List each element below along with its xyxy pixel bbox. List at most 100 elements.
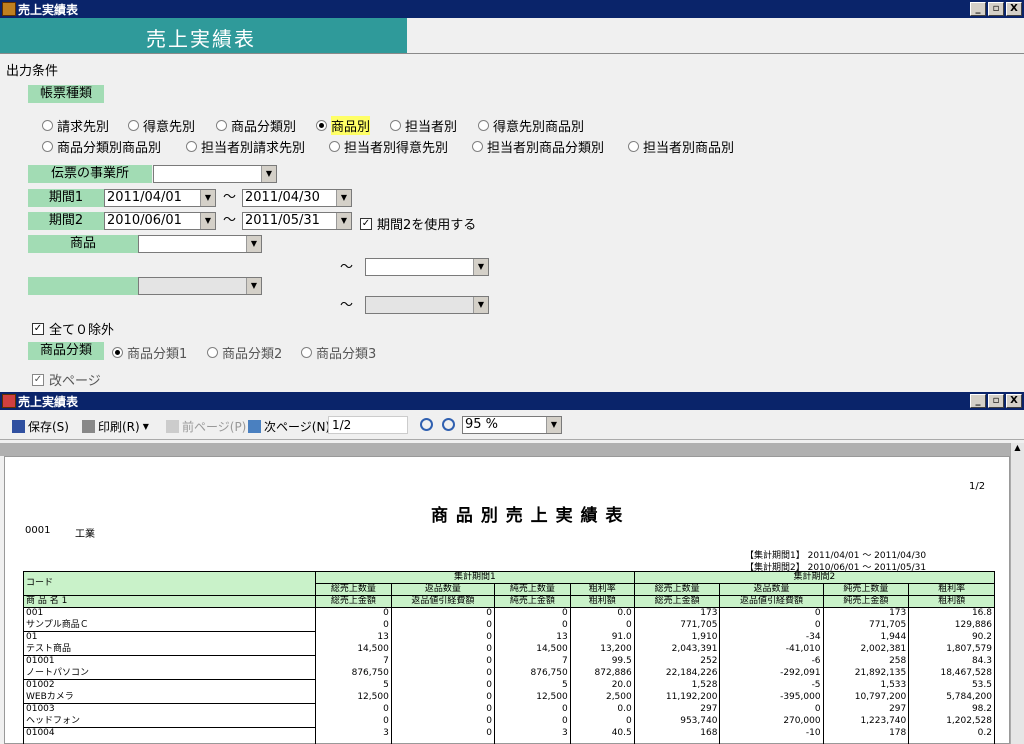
table-cell: 粗利額 xyxy=(569,595,635,608)
period1-label: 期間1 xyxy=(28,189,104,207)
table-cell: -6 xyxy=(719,655,824,668)
banner-title: 売上実績表 xyxy=(146,27,256,51)
table-cell: 01001 xyxy=(23,655,316,668)
table-cell: 7 xyxy=(315,655,392,668)
radio-tokuisaki-shohin[interactable]: 得意先別商品別 xyxy=(478,116,584,135)
table-row: 001 0 0 0 0.0 173 0 173 16.8 xyxy=(23,607,995,620)
table-cell: -41,010 xyxy=(719,643,824,656)
radio-shohin[interactable]: 商品別 xyxy=(316,115,371,135)
checkbox-checked-icon: ✓ xyxy=(360,217,372,230)
table-cell: サンプル商品Ｃ xyxy=(23,619,316,632)
table-cell: 173 xyxy=(633,607,721,620)
page-break-checkbox[interactable]: ✓ 改ページ xyxy=(32,370,101,389)
radio-icon xyxy=(390,119,401,131)
product-to-select[interactable]: ▼ xyxy=(365,258,489,276)
vertical-scrollbar[interactable]: ▲ xyxy=(1010,443,1024,744)
period2-to-input[interactable]: 2011/05/31 ▼ xyxy=(242,212,352,230)
table-row: 01004 3 0 3 40.5 168 -10 178 0.2 xyxy=(23,727,995,740)
table-cell: 0 xyxy=(569,715,635,728)
table-cell: 5,784,200 xyxy=(908,691,995,704)
scroll-up-icon[interactable]: ▲ xyxy=(1011,443,1024,452)
tilde: 〜 xyxy=(340,260,354,275)
radio-tanto-tokui[interactable]: 担当者別得意先別 xyxy=(329,137,448,156)
table-cell: 商 品 名 1 xyxy=(23,595,316,608)
table-cell: 0 xyxy=(493,607,571,620)
table-cell: 集計期間1 xyxy=(315,571,635,584)
product-from-select[interactable]: ▼ xyxy=(138,235,262,253)
maximize-button[interactable]: ▫ xyxy=(988,2,1004,16)
table-cell: 0 xyxy=(390,655,495,668)
zoom-in-button[interactable] xyxy=(420,418,433,431)
radio-shohin-bunrui[interactable]: 商品分類別 xyxy=(216,116,296,135)
radio-tanto-bunrui[interactable]: 担当者別商品分類別 xyxy=(472,137,604,156)
zoom-select[interactable]: 95 % ▼ xyxy=(462,416,562,434)
table-cell: 1,528 xyxy=(633,679,721,692)
table-cell: 0 xyxy=(315,715,392,728)
table-cell: 0 xyxy=(493,715,571,728)
table-cell: 0.0 xyxy=(569,703,635,716)
radio-class2[interactable]: 商品分類2 xyxy=(207,343,282,362)
radio-tokuisaki[interactable]: 得意先別 xyxy=(128,116,195,135)
floppy-icon xyxy=(12,420,25,433)
radio-tanto-seikyu[interactable]: 担当者別請求先別 xyxy=(186,137,305,156)
radio-icon xyxy=(207,346,218,358)
table-cell: 0 xyxy=(390,619,495,632)
table-cell: 返品値引経費額 xyxy=(719,595,824,608)
table-cell: 1,533 xyxy=(822,679,910,692)
use-period2-checkbox[interactable]: ✓ 期間2を使用する xyxy=(360,214,476,233)
table-cell: 13 xyxy=(315,631,392,644)
viewer-maximize-button[interactable]: ▫ xyxy=(988,394,1004,408)
table-cell: 3 xyxy=(315,727,392,740)
office-select[interactable]: ▼ xyxy=(153,165,277,183)
report-table: コード 集計期間1 集計期間2 総売上数量 返品数量 純売上数量 粗利率 総売上数量 返品数量純… xyxy=(23,571,996,744)
radio-seikyusaki[interactable]: 請求先別 xyxy=(42,116,109,135)
exclude-zero-checkbox[interactable]: ✓ 全て０除外 xyxy=(32,319,114,338)
table-cell: 0 xyxy=(390,667,495,680)
table-row: テスト商品 14,500 0 14,500 13,200 2,043,391 -41,010… xyxy=(23,643,995,656)
table-cell: 1,910 xyxy=(633,631,721,644)
close-button[interactable]: X xyxy=(1006,2,1022,16)
table-cell: 771,705 xyxy=(633,619,721,632)
viewer-close-button[interactable]: X xyxy=(1006,394,1022,408)
table-cell: 純売上数量 xyxy=(822,583,910,596)
viewer-minimize-button[interactable]: _ xyxy=(970,394,986,408)
period1-to-input[interactable]: 2011/04/30 ▼ xyxy=(242,189,352,207)
table-cell: 0 xyxy=(315,619,392,632)
save-button[interactable]: 保存(S) xyxy=(12,418,69,435)
period1-from-input[interactable]: 2011/04/01 ▼ xyxy=(104,189,216,207)
radio-class1[interactable]: 商品分類1 xyxy=(112,343,187,362)
period2-from-input[interactable]: 2010/06/01 ▼ xyxy=(104,212,216,230)
zoom-out-button[interactable] xyxy=(442,418,455,431)
print-button[interactable]: 印刷(R) ▼ xyxy=(82,418,149,435)
page-input[interactable]: 1/2 xyxy=(328,416,408,434)
radio-selected-icon xyxy=(316,119,327,131)
table-cell: 0 xyxy=(719,607,824,620)
table-row: ヘッドフォン 0 0 0 0 953,740 270,000 1,223,740 1,202,5… xyxy=(23,715,995,728)
table-cell: 84.3 xyxy=(908,655,995,668)
table-cell: 0 xyxy=(719,703,824,716)
table-header-row: 商 品 名 1 総売上金額 返品値引経費額 純売上金額 粗利額 総売上金額 返品値引経費額純… xyxy=(23,595,995,608)
table-cell: 返品値引経費額 xyxy=(390,595,495,608)
viewer-icon xyxy=(2,394,16,408)
viewer-toolbar: 保存(S) 印刷(R) ▼ 前ページ(P) 次ページ(N) 1/2 95 % ▼ xyxy=(0,410,1024,440)
table-cell: 1,202,528 xyxy=(908,715,995,728)
horizontal-scrollbar[interactable] xyxy=(0,443,1010,456)
prev-page-button[interactable]: 前ページ(P) xyxy=(166,418,246,435)
report-title: 商 品 別 売 上 実 績 表 xyxy=(431,506,624,526)
radio-icon xyxy=(42,119,53,131)
tilde: 〜 xyxy=(223,213,237,228)
table-row: 01003 0 0 0 0.0 297 0 297 98.2 xyxy=(23,703,995,716)
table-cell: 1,223,740 xyxy=(822,715,910,728)
prev-page-icon xyxy=(166,420,179,433)
radio-tanto-shohin[interactable]: 担当者別商品別 xyxy=(628,137,734,156)
radio-class3[interactable]: 商品分類3 xyxy=(301,343,376,362)
next-page-button[interactable]: 次ページ(N) xyxy=(248,418,330,435)
radio-tantosha[interactable]: 担当者別 xyxy=(390,116,457,135)
table-cell: 0 xyxy=(390,631,495,644)
table-cell: 20.0 xyxy=(569,679,635,692)
table-cell: 01002 xyxy=(23,679,316,692)
table-cell: 総売上数量 xyxy=(315,583,392,596)
radio-bunrui-shohin[interactable]: 商品分類別商品別 xyxy=(42,137,161,156)
minimize-button[interactable]: _ xyxy=(970,2,986,16)
table-cell: -395,000 xyxy=(719,691,824,704)
